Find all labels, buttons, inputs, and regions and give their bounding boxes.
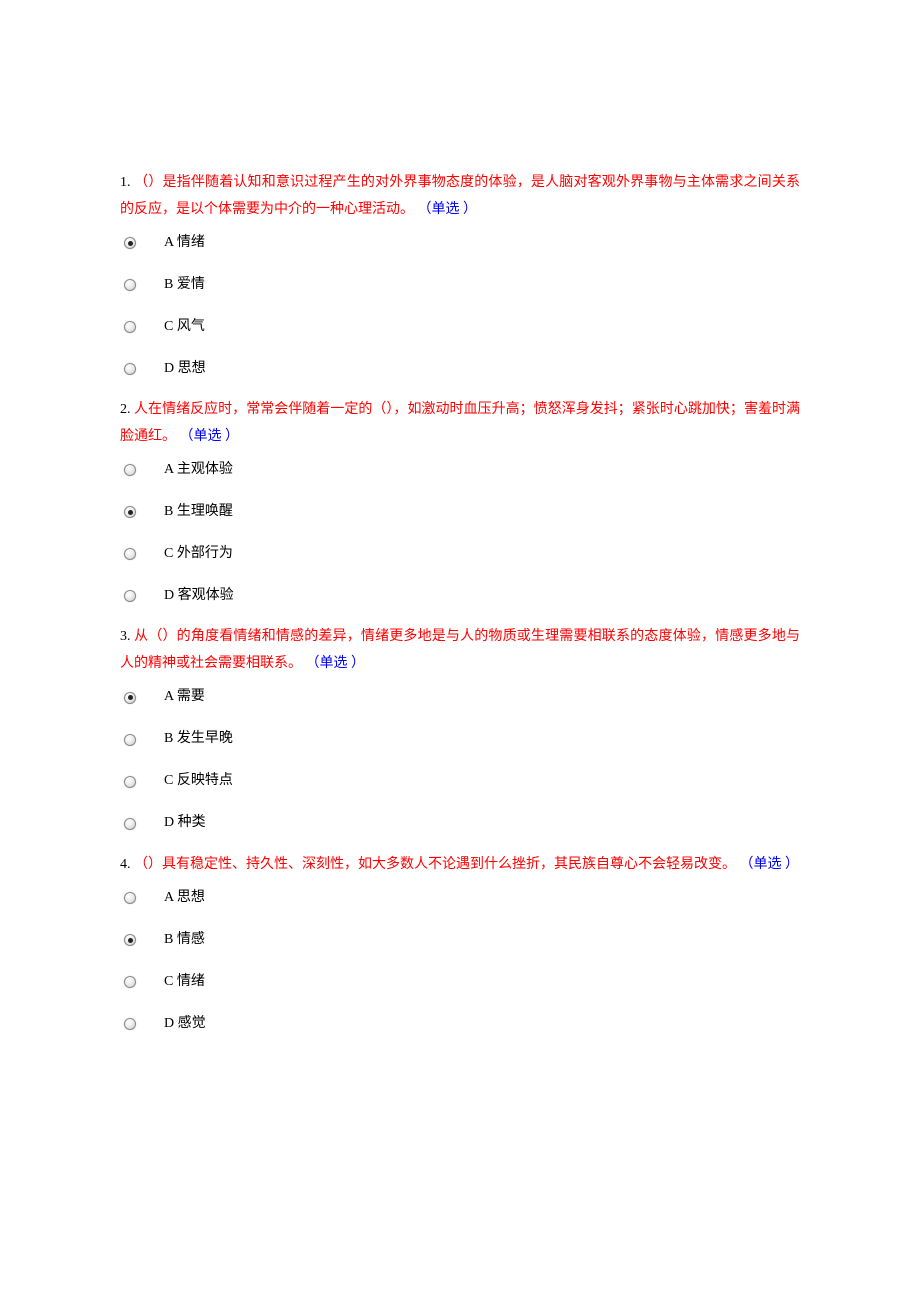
option-label: B 发生早晚 [164,726,233,753]
option-label: A 主观体验 [164,457,233,484]
question-4: 4. （）具有稳定性、持久性、深刻性，如大多数人不论遇到什么挫折，其民族自尊心不… [120,852,800,1039]
question-2: 2. 人在情绪反应时，常常会伴随着一定的（），如激动时血压升高；愤怒浑身发抖；紧… [120,397,800,610]
option-label: C 风气 [164,314,205,341]
radio-button[interactable] [124,892,136,904]
question-3: 3. 从（）的角度看情绪和情感的差异，情绪更多地是与人的物质或生理需要相联系的态… [120,624,800,837]
option-label: B 生理唤醒 [164,499,233,526]
radio-button[interactable] [124,506,136,518]
option-row[interactable]: D 思想 [120,355,800,383]
question-type-tag: （单选 ） [180,429,240,444]
option-label: D 感觉 [164,1011,206,1038]
option-label: B 爱情 [164,272,205,299]
radio-wrap [120,548,164,560]
radio-button[interactable] [124,776,136,788]
option-label: D 客观体验 [164,583,234,610]
option-row[interactable]: D 感觉 [120,1010,800,1038]
radio-button[interactable] [124,692,136,704]
radio-button[interactable] [124,464,136,476]
option-row[interactable]: A 情绪 [120,229,800,257]
question-stem: 4. （）具有稳定性、持久性、深刻性，如大多数人不论遇到什么挫折，其民族自尊心不… [120,852,800,879]
option-label: A 思想 [164,885,205,912]
question-text: （）具有稳定性、持久性、深刻性，如大多数人不论遇到什么挫折，其民族自尊心不会轻易… [134,857,736,872]
radio-button[interactable] [124,1018,136,1030]
radio-wrap [120,590,164,602]
option-label: D 种类 [164,810,206,837]
question-stem: 2. 人在情绪反应时，常常会伴随着一定的（），如激动时血压升高；愤怒浑身发抖；紧… [120,397,800,450]
radio-wrap [120,692,164,704]
radio-button[interactable] [124,734,136,746]
option-row[interactable]: D 客观体验 [120,582,800,610]
option-row[interactable]: A 思想 [120,884,800,912]
radio-button[interactable] [124,279,136,291]
radio-button[interactable] [124,321,136,333]
question-type-tag: （单选 ） [306,656,366,671]
option-label: B 情感 [164,927,205,954]
radio-wrap [120,1018,164,1030]
radio-wrap [120,279,164,291]
question-number: 2. [120,402,131,417]
option-row[interactable]: A 需要 [120,684,800,712]
radio-wrap [120,892,164,904]
radio-button[interactable] [124,818,136,830]
option-label: C 情绪 [164,969,205,996]
option-row[interactable]: C 风气 [120,313,800,341]
question-type-tag: （单选 ） [418,202,478,217]
radio-wrap [120,321,164,333]
radio-button[interactable] [124,976,136,988]
radio-button[interactable] [124,934,136,946]
option-label: A 需要 [164,684,205,711]
option-row[interactable]: B 生理唤醒 [120,498,800,526]
radio-wrap [120,818,164,830]
option-row[interactable]: B 爱情 [120,271,800,299]
option-row[interactable]: B 发生早晚 [120,726,800,754]
radio-wrap [120,734,164,746]
quiz-container: 1. （）是指伴随着认知和意识过程产生的对外界事物态度的体验，是人脑对客观外界事… [120,170,800,1038]
radio-button[interactable] [124,548,136,560]
question-1: 1. （）是指伴随着认知和意识过程产生的对外界事物态度的体验，是人脑对客观外界事… [120,170,800,383]
question-number: 1. [120,175,131,190]
question-stem: 3. 从（）的角度看情绪和情感的差异，情绪更多地是与人的物质或生理需要相联系的态… [120,624,800,677]
radio-button[interactable] [124,363,136,375]
option-row[interactable]: C 反映特点 [120,768,800,796]
radio-button[interactable] [124,237,136,249]
question-stem: 1. （）是指伴随着认知和意识过程产生的对外界事物态度的体验，是人脑对客观外界事… [120,170,800,223]
radio-wrap [120,506,164,518]
radio-wrap [120,934,164,946]
radio-wrap [120,776,164,788]
option-row[interactable]: C 情绪 [120,968,800,996]
radio-button[interactable] [124,590,136,602]
option-row[interactable]: D 种类 [120,810,800,838]
option-row[interactable]: B 情感 [120,926,800,954]
option-row[interactable]: C 外部行为 [120,540,800,568]
radio-wrap [120,464,164,476]
question-text: 从（）的角度看情绪和情感的差异，情绪更多地是与人的物质或生理需要相联系的态度体验… [120,629,800,671]
radio-wrap [120,237,164,249]
option-label: C 外部行为 [164,541,233,568]
radio-wrap [120,363,164,375]
question-number: 4. [120,857,131,872]
question-number: 3. [120,629,131,644]
option-label: A 情绪 [164,230,205,257]
option-row[interactable]: A 主观体验 [120,456,800,484]
question-type-tag: （单选 ） [740,857,800,872]
option-label: D 思想 [164,356,206,383]
radio-wrap [120,976,164,988]
option-label: C 反映特点 [164,768,233,795]
